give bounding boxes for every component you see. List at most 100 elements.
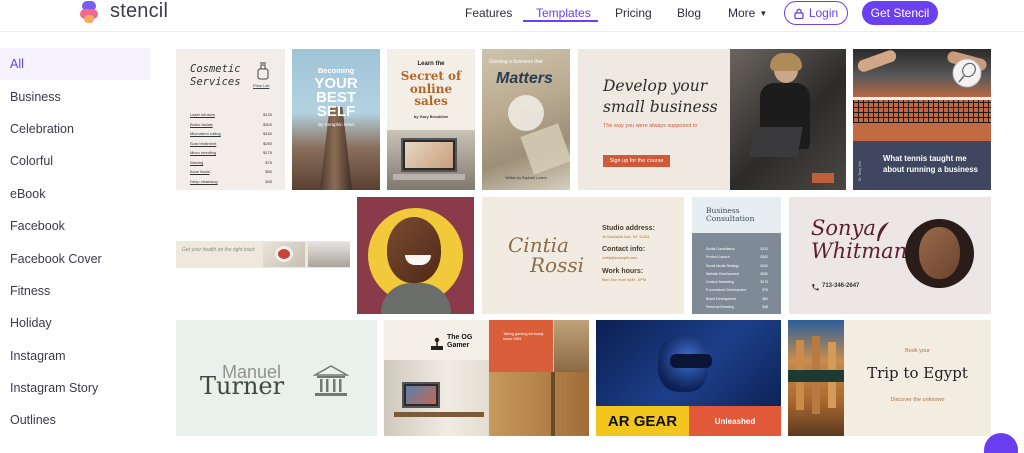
matters-author: Written by Raphael Lucero <box>505 176 547 180</box>
list-item: Product Launch $300 <box>706 255 768 260</box>
best-self-title: YOUR BEST SELF <box>314 75 358 120</box>
list-item: Deep cleansing $45 <box>190 178 272 184</box>
list-item: Brand Development $50 <box>706 296 768 301</box>
tennis-title: What tennis taught me about running a bu… <box>883 154 978 174</box>
template-business-consultation[interactable]: Business Consultation Social Consultatio… <box>692 197 781 314</box>
shelf-photo <box>489 372 589 436</box>
template-tennis[interactable]: Dr. Terry Zeh What tennis taught me abou… <box>853 49 991 190</box>
ar-unleashed-label: Unleashed <box>689 406 781 436</box>
template-laughing-woman[interactable] <box>357 197 474 314</box>
online-sales-kicker: Learn the <box>417 61 445 67</box>
perfume-icon <box>257 62 269 80</box>
template-cosmetic-services[interactable]: Cosmetic Services Price List Laser infus… <box>176 49 285 190</box>
category-facebook-cover[interactable]: Facebook Cover <box>0 242 150 274</box>
studio-label: Studio address: <box>602 225 655 232</box>
joystick-icon <box>431 337 443 350</box>
ar-gear-label: AR GEAR <box>596 406 689 436</box>
category-ebook[interactable]: eBook <box>0 178 150 210</box>
list-item: Social Consultation $120 <box>706 247 768 251</box>
category-facebook[interactable]: Facebook <box>0 210 150 242</box>
develop-title: Develop your small business <box>603 77 718 116</box>
contact-value: cintia@example.com <box>602 256 638 260</box>
list-item: Waxing $75 <box>190 159 272 165</box>
gamer-orange-text: Taking gaming seriously since 1985 <box>503 332 544 341</box>
woman-laptop-photo <box>730 49 846 190</box>
nav-templates[interactable]: Templates <box>536 6 591 20</box>
category-sidebar: All Business Celebration Colorful eBook … <box>0 48 150 437</box>
category-instagram-story[interactable]: Instagram Story <box>0 372 150 404</box>
get-stencil-button[interactable]: Get Stencil <box>862 1 938 25</box>
cup-image <box>508 95 544 131</box>
gamer-title: The OG Gamer <box>447 334 473 349</box>
category-celebration[interactable]: Celebration <box>0 113 150 145</box>
list-item: Social Media Strategy $150 <box>706 263 768 268</box>
brand-name: stencil <box>110 0 169 22</box>
category-fitness[interactable]: Fitness <box>0 275 150 307</box>
list-item: Acne facial $50 <box>190 169 272 174</box>
category-holiday[interactable]: Holiday <box>0 307 150 339</box>
tennis-racket-icon <box>952 58 982 88</box>
template-manuel-turner[interactable]: Manuel Turner <box>176 320 377 436</box>
face-photo <box>387 217 441 283</box>
nav-pricing[interactable]: Pricing <box>615 6 652 20</box>
desk-photo <box>384 360 489 436</box>
list-item: Micro needling $175 <box>190 150 272 155</box>
category-colorful[interactable]: Colorful <box>0 145 150 177</box>
category-outlines[interactable]: Outlines <box>0 404 150 436</box>
login-button[interactable]: Login <box>784 1 848 25</box>
template-best-self[interactable]: Becoming YOUR BEST SELF By Seraphin Blin… <box>292 49 380 190</box>
list-item: Botox facials $300 <box>190 121 272 127</box>
template-health-banner[interactable]: Get your health on the right track <box>176 241 350 268</box>
lock-icon <box>794 8 804 19</box>
tennis-side-text: Dr. Terry Zeh <box>858 160 862 181</box>
manuel-last-name: Turner <box>200 372 285 400</box>
egypt-book-label: Book your <box>905 348 930 354</box>
egypt-dark-band <box>788 370 844 382</box>
sonya-last-name: Whitman <box>811 239 908 263</box>
sonya-portrait <box>905 219 974 288</box>
list-item: Microderm rolling $150 <box>190 131 272 136</box>
feather-pen-icon <box>877 222 889 241</box>
login-label: Login <box>808 6 839 20</box>
online-sales-author: by Gary Brookline <box>413 114 449 119</box>
template-trip-egypt[interactable]: Book your Trip to Egypt Discover the unk… <box>788 320 991 436</box>
courthouse-icon <box>313 365 349 396</box>
develop-subtitle: The way you were always supposed to <box>603 123 698 129</box>
hours-label: Work hours: <box>602 268 644 275</box>
category-instagram[interactable]: Instagram <box>0 340 150 372</box>
active-tab-underline <box>523 20 598 22</box>
template-ar-gear[interactable]: AR GEAR Unleashed <box>596 320 781 436</box>
consultation-title: Business Consultation <box>706 206 755 223</box>
category-all[interactable]: All <box>0 48 150 81</box>
nav-blog[interactable]: Blog <box>677 6 701 20</box>
template-og-gamer[interactable]: The OG Gamer Taking gaming seriously sin… <box>384 320 589 436</box>
list-item: Website Development $250 <box>706 271 768 276</box>
list-item: Content Marketing $175 <box>706 280 768 285</box>
vr-visor <box>670 354 712 368</box>
template-matters[interactable]: Growing a business that Matters Written … <box>482 49 570 190</box>
sonya-first-name: Sonya <box>811 216 876 240</box>
nav-features[interactable]: Features <box>465 6 512 20</box>
list-item: Laser infusion $120 <box>190 112 272 117</box>
consultation-price-list: Social Consultation $120 Product Launch $3… <box>706 247 768 313</box>
best-self-line1: Becoming <box>317 66 355 75</box>
nav-more[interactable]: More ▼ <box>728 6 767 20</box>
chat-widget-button[interactable] <box>984 433 1018 453</box>
notebook-image <box>520 123 570 175</box>
template-cintia-rossi[interactable]: Cintia Rossi Studio address: 46 Bushwick… <box>482 197 684 314</box>
top-navigation-bar: stencil Features Templates Pricing Blog … <box>0 0 1024 32</box>
template-online-sales[interactable]: Learn the Secret of online sales by Gary… <box>387 49 475 190</box>
template-develop-business[interactable]: Develop your small business The way you … <box>578 49 846 190</box>
template-sonya-whitman[interactable]: Sonya Whitman 713-346-2647 <box>789 197 991 314</box>
sonya-phone: 713-346-2647 <box>822 283 860 289</box>
matters-kicker: Growing a business that <box>489 59 543 65</box>
stencil-logo[interactable]: stencil <box>80 0 168 23</box>
wall-photo <box>554 320 589 372</box>
contact-label: Contact info: <box>602 246 646 253</box>
bowl-photo <box>263 242 305 267</box>
price-list-label: Price List <box>253 83 270 88</box>
health-text: Get your health on the right track <box>182 247 255 253</box>
list-item: Personal Branding $45 <box>706 305 768 310</box>
stencil-logo-icon <box>80 0 102 23</box>
category-business[interactable]: Business <box>0 80 150 112</box>
